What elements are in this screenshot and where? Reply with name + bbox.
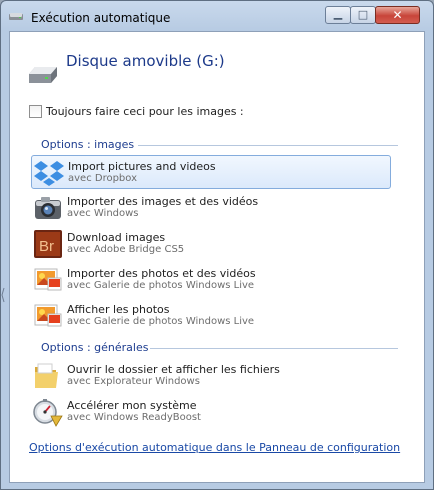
option-subtitle: avec Galerie de photos Windows Live xyxy=(67,280,255,291)
resize-grip-icon xyxy=(1,287,5,303)
removable-drive-icon xyxy=(29,67,57,83)
option-subtitle: avec Windows xyxy=(67,208,139,219)
option-import-dropbox[interactable]: Import pictures and videos avec Dropbox xyxy=(31,155,391,189)
option-open-folder[interactable]: Ouvrir le dossier et afficher les fichie… xyxy=(31,359,391,393)
option-title: Importer des images et des vidéos xyxy=(67,195,259,208)
option-title: Import pictures and videos xyxy=(68,160,216,173)
minimize-button[interactable]: ▁ xyxy=(325,6,351,24)
option-subtitle: avec Dropbox xyxy=(68,173,138,184)
general-group-header: Options : générales xyxy=(41,341,149,354)
images-group-divider xyxy=(138,145,398,146)
option-subtitle: avec Explorateur Windows xyxy=(67,376,200,387)
always-do-this-label[interactable]: Toujours faire ceci pour les images : xyxy=(46,105,244,118)
option-title: Download images xyxy=(67,231,166,244)
dropbox-icon xyxy=(34,161,64,186)
option-subtitle: avec Windows ReadyBoost xyxy=(67,412,201,423)
device-title: Disque amovible (G:) xyxy=(66,52,225,70)
window-title: Exécution automatique xyxy=(31,11,171,25)
photo-gallery-icon xyxy=(34,304,62,327)
option-title: Ouvrir le dossier et afficher les fichie… xyxy=(67,363,280,376)
autoplay-window: Exécution automatique ▁ □ ✕ Disque amovi… xyxy=(0,0,434,490)
option-import-gallery[interactable]: Importer des photos et des vidéos avec G… xyxy=(31,263,391,297)
svg-text:Br: Br xyxy=(39,238,54,255)
close-icon: ✕ xyxy=(392,8,403,22)
option-import-windows[interactable]: Importer des images et des vidéos avec W… xyxy=(31,191,391,225)
close-button[interactable]: ✕ xyxy=(375,6,420,24)
readyboost-icon xyxy=(33,399,63,427)
option-title: Accélérer mon système xyxy=(67,399,197,412)
always-do-this-checkbox[interactable] xyxy=(29,105,42,118)
folder-icon xyxy=(35,363,58,388)
option-view-photos[interactable]: Afficher les photos avec Galerie de phot… xyxy=(31,299,391,333)
minimize-icon: ▁ xyxy=(333,7,343,20)
option-download-bridge[interactable]: Br Download images avec Adobe Bridge CS5 xyxy=(31,227,391,261)
maximize-button[interactable]: □ xyxy=(350,6,376,24)
camera-icon xyxy=(35,197,61,219)
photo-gallery-icon xyxy=(34,268,62,291)
dialog-content: Disque amovible (G:) Toujours faire ceci… xyxy=(9,31,425,483)
images-group-header: Options : images xyxy=(41,138,135,151)
control-panel-link[interactable]: Options d'exécution automatique dans le … xyxy=(29,441,400,454)
general-group-divider xyxy=(150,348,398,349)
option-title: Afficher les photos xyxy=(67,303,170,316)
option-subtitle: avec Adobe Bridge CS5 xyxy=(67,244,185,255)
title-bar[interactable]: Exécution automatique ▁ □ ✕ xyxy=(1,1,433,31)
adobe-bridge-icon: Br xyxy=(34,230,62,258)
option-subtitle: avec Galerie de photos Windows Live xyxy=(67,316,255,327)
option-readyboost[interactable]: Accélérer mon système avec Windows Ready… xyxy=(31,395,391,429)
drive-small-icon xyxy=(9,13,23,20)
maximize-icon: □ xyxy=(357,8,369,21)
option-title: Importer des photos et des vidéos xyxy=(67,267,256,280)
